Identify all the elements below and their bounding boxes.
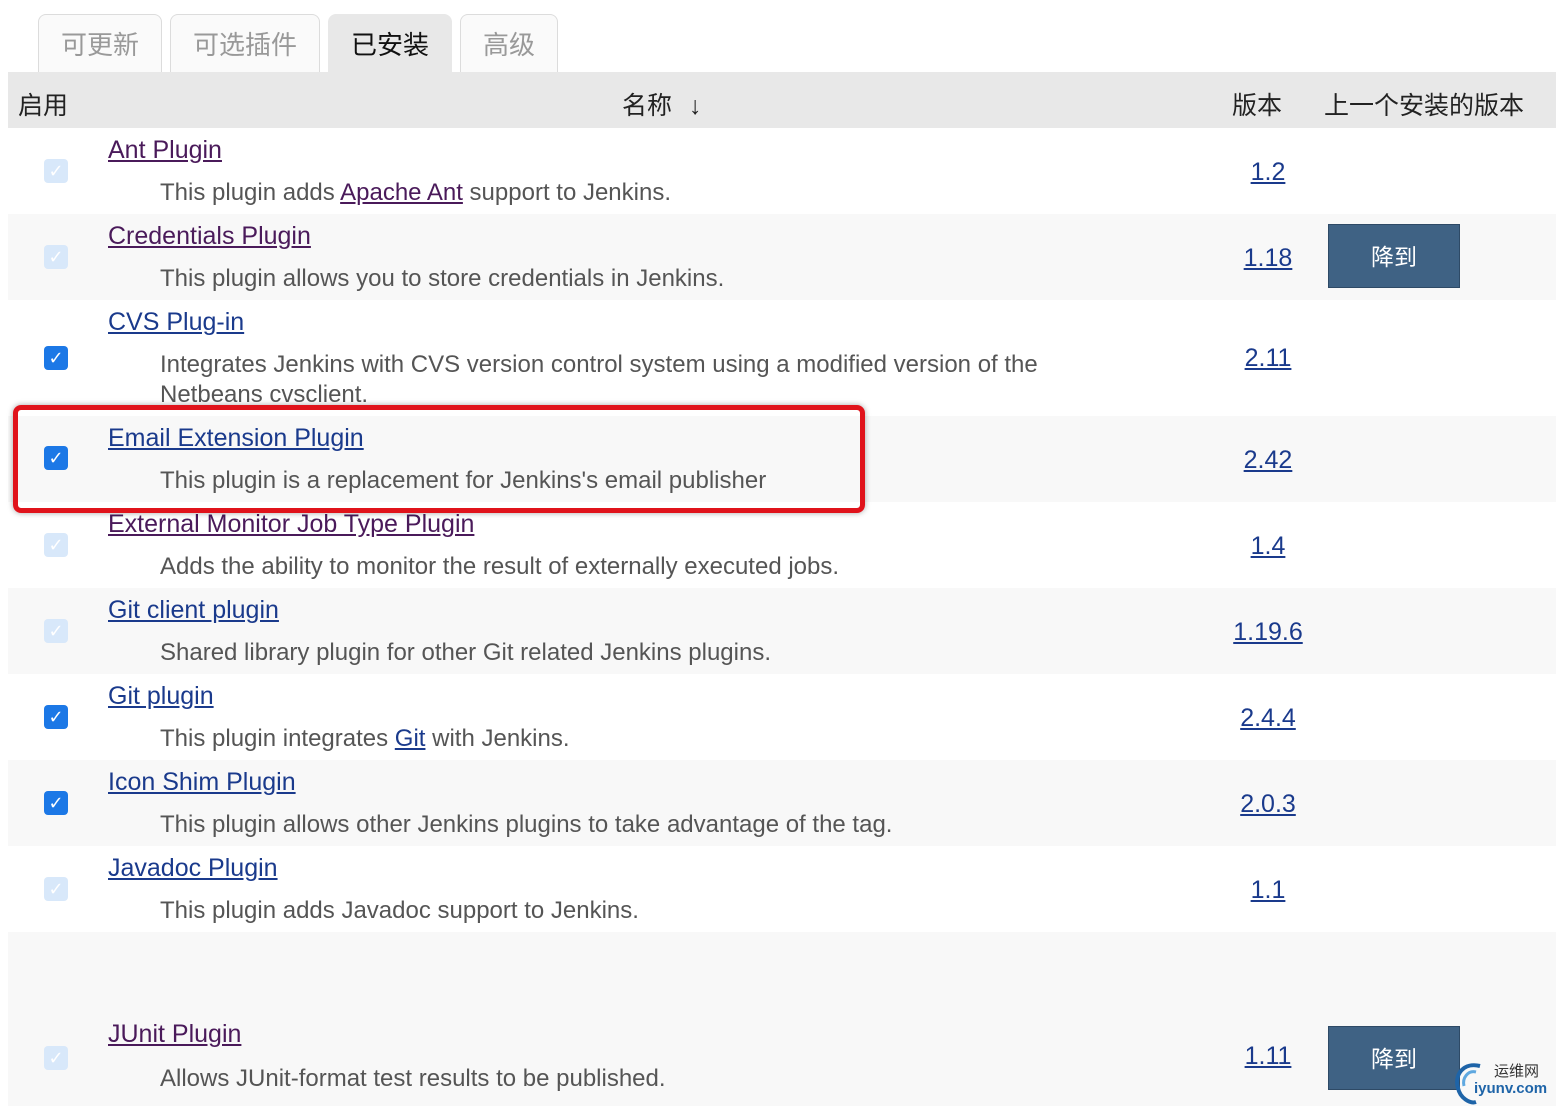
- plugin-row: ✓ Ant Plugin This plugin adds Apache Ant…: [8, 128, 1556, 214]
- tab-updates[interactable]: 可更新: [38, 14, 163, 72]
- plugin-name-link[interactable]: Ant Plugin: [108, 136, 222, 165]
- plugin-name-link[interactable]: Javadoc Plugin: [108, 854, 278, 883]
- version-link[interactable]: 2.11: [1198, 344, 1338, 373]
- plugin-description: Allows JUnit-format test results to be p…: [160, 1065, 666, 1092]
- git-link[interactable]: Git: [395, 725, 426, 752]
- plugin-name-link[interactable]: Git client plugin: [108, 596, 279, 625]
- tab-advanced[interactable]: 高级: [460, 14, 559, 72]
- enable-checkbox[interactable]: ✓: [44, 346, 68, 370]
- plugin-row: ✓ Git plugin This plugin integrates Git …: [8, 674, 1556, 760]
- version-column-header: 版本: [1232, 92, 1283, 120]
- apache-ant-link[interactable]: Apache Ant: [340, 179, 463, 206]
- plugin-description: Integrates Jenkins with CVS version cont…: [160, 351, 1038, 408]
- plugin-row: ✓ CVS Plug-in Integrates Jenkins with CV…: [8, 300, 1556, 416]
- name-column-label: 名称: [622, 92, 673, 120]
- plugin-row: ✓ Credentials Plugin This plugin allows …: [8, 214, 1556, 300]
- name-column-header[interactable]: 名称 ↓: [622, 86, 701, 122]
- enable-checkbox: ✓: [44, 159, 68, 183]
- tab-installed[interactable]: 已安装: [328, 14, 453, 72]
- plugin-name-link[interactable]: JUnit Plugin: [108, 1020, 241, 1049]
- downgrade-button[interactable]: 降到: [1328, 224, 1460, 288]
- watermark-logo: 运维网 iyunv.com: [1450, 1058, 1556, 1106]
- version-link[interactable]: 1.19.6: [1198, 618, 1338, 647]
- enable-checkbox: ✓: [44, 245, 68, 269]
- version-link[interactable]: 1.4: [1198, 532, 1338, 561]
- plugin-description: This plugin adds Javadoc support to Jenk…: [160, 897, 639, 924]
- plugin-row: ✓ External Monitor Job Type Plugin Adds …: [8, 502, 1556, 588]
- watermark-text: 运维网: [1494, 1063, 1540, 1080]
- plugin-name-link[interactable]: Credentials Plugin: [108, 222, 311, 251]
- enabled-column-header: 启用: [18, 92, 69, 120]
- tab-bar: 可更新 可选插件 已安装 高级: [38, 14, 566, 72]
- version-link[interactable]: 1.1: [1198, 876, 1338, 905]
- plugin-name-link[interactable]: CVS Plug-in: [108, 308, 244, 337]
- plugin-name-link[interactable]: External Monitor Job Type Plugin: [108, 510, 474, 539]
- plugin-description: This plugin integrates Git with Jenkins.: [160, 725, 570, 752]
- plugin-name-link[interactable]: Git plugin: [108, 682, 214, 711]
- version-link[interactable]: 1.2: [1198, 158, 1338, 187]
- enable-checkbox[interactable]: ✓: [44, 705, 68, 729]
- plugin-name-link[interactable]: Icon Shim Plugin: [108, 768, 296, 797]
- plugin-row: ✓ Git client plugin Shared library plugi…: [8, 588, 1556, 674]
- version-link[interactable]: 2.0.3: [1198, 790, 1338, 819]
- downgrade-button[interactable]: 降到: [1328, 1026, 1460, 1090]
- table-header: 启用 名称 ↓ 版本 上一个安装的版本: [8, 72, 1556, 128]
- version-link[interactable]: 1.18: [1198, 244, 1338, 273]
- enable-checkbox: ✓: [44, 1046, 68, 1070]
- plugin-row: ✓ Icon Shim Plugin This plugin allows ot…: [8, 760, 1556, 846]
- watermark-url: iyunv.com: [1474, 1080, 1548, 1097]
- highlight-annotation: [13, 405, 865, 513]
- enable-checkbox: ✓: [44, 619, 68, 643]
- version-link[interactable]: 2.42: [1198, 446, 1338, 475]
- enable-checkbox[interactable]: ✓: [44, 791, 68, 815]
- plugin-row: ✓ JUnit Plugin Allows JUnit-format test …: [8, 932, 1556, 1106]
- plugin-description: This plugin allows other Jenkins plugins…: [160, 811, 893, 838]
- plugin-description: This plugin adds Apache Ant support to J…: [160, 179, 672, 206]
- version-link[interactable]: 1.11: [1198, 1042, 1338, 1071]
- previous-version-column-header: 上一个安装的版本: [1324, 92, 1525, 120]
- version-link[interactable]: 2.4.4: [1198, 704, 1338, 733]
- enable-checkbox: ✓: [44, 533, 68, 557]
- plugin-description: Adds the ability to monitor the result o…: [160, 553, 840, 580]
- plugin-row: ✓ Javadoc Plugin This plugin adds Javado…: [8, 846, 1556, 932]
- plugin-description: Shared library plugin for other Git rela…: [160, 639, 771, 666]
- tab-available[interactable]: 可选插件: [170, 14, 321, 72]
- enable-checkbox: ✓: [44, 877, 68, 901]
- sort-arrow-icon: ↓: [688, 92, 702, 120]
- plugin-description: This plugin allows you to store credenti…: [160, 265, 725, 292]
